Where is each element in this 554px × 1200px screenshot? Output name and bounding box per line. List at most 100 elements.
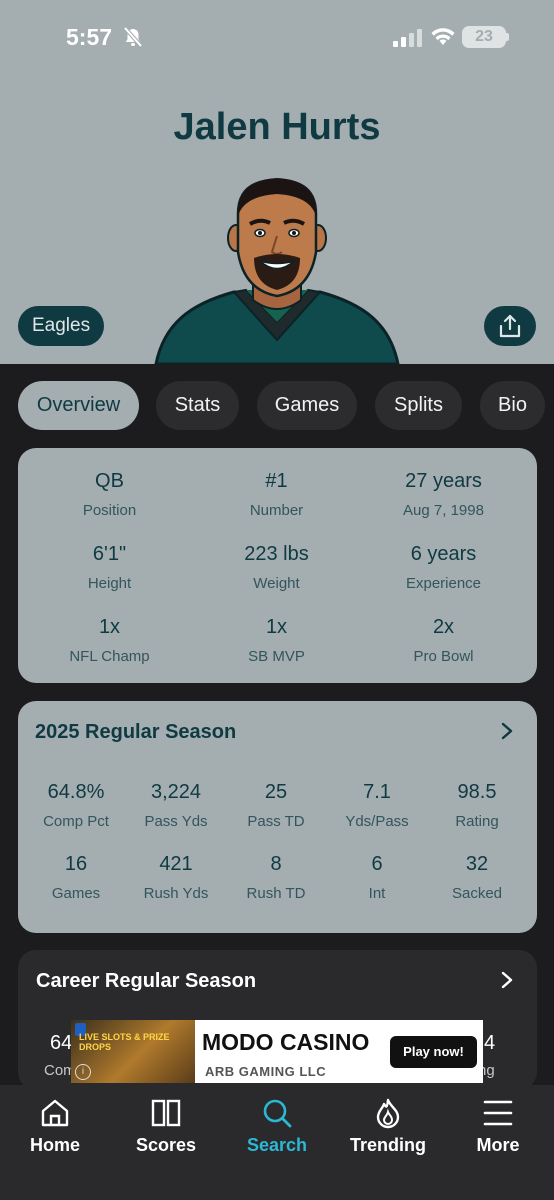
player-header: 5:57 23 Jalen Hurts Eagles [0,0,554,364]
player-info-card: QB Position #1 Number 27 years Aug 7, 19… [18,448,537,683]
ad-info-icon[interactable]: i [75,1064,91,1080]
info-value: #1 [265,470,288,492]
info-value: QB [95,470,124,492]
stat-label: Int [368,885,386,902]
nav-label: Trending [350,1135,426,1155]
nav-home[interactable]: Home [0,1097,110,1156]
stat-label: Rush Yds [143,885,209,902]
stat-label: Sacked [451,885,503,902]
bottom-nav: Home Scores Search Trending More [0,1085,554,1200]
stat-sacked: 32 Sacked [427,853,527,902]
season-title: 2025 Regular Season [35,721,237,743]
stat-label: Yds/Pass [345,813,409,830]
ad-cta-button[interactable]: Play now! [390,1036,477,1068]
home-icon [41,1099,69,1127]
career-stat-value: 64 [50,1032,73,1054]
stat-value: 7.1 [363,781,391,803]
stat-games: 16 Games [26,853,126,902]
info-label: NFL Champ [69,648,150,665]
info-label: Aug 7, 1998 [403,502,484,519]
info-label: Pro Bowl [413,648,474,665]
stat-value: 32 [465,853,489,875]
flame-icon [376,1098,400,1129]
scores-icon [151,1099,181,1127]
player-name: Jalen Hurts [173,106,381,148]
career-title: Career Regular Season [36,970,257,992]
info-value: 6 years [410,543,477,565]
stat-value: 16 [64,853,88,875]
info-height: 6'1" Height [42,543,177,592]
info-label: SB MVP [248,648,305,665]
nav-scores[interactable]: Scores [111,1097,221,1156]
search-icon [263,1099,292,1128]
tab-bar: Overview Stats Games Splits Bio [18,381,554,430]
stat-pass-td: 25 Pass TD [226,781,326,830]
info-pro-bowl: 2x Pro Bowl [376,616,511,665]
stat-yds-pass: 7.1 Yds/Pass [327,781,427,830]
stat-label: Comp Pct [43,813,109,830]
info-value: 6'1" [92,543,127,565]
status-time: 5:57 [66,24,113,50]
ad-banner[interactable]: LIVE SLOTS & PRIZE DROPS i MODO CASINO A… [71,1020,483,1083]
nav-label: Scores [135,1135,197,1155]
info-label: Number [249,502,304,519]
chevron-right-icon[interactable] [500,970,514,990]
player-avatar [154,178,400,364]
team-pill[interactable]: Eagles [18,306,105,346]
nav-label: Search [246,1135,308,1155]
stat-label: Rating [455,813,499,830]
info-sb-mvp: 1x SB MVP [209,616,344,665]
stat-value: 98.5 [457,781,497,803]
stat-label: Rush TD [246,885,306,902]
nav-label: Home [29,1135,80,1155]
career-stat-value: 4 [484,1032,496,1054]
menu-icon [483,1100,513,1126]
stat-label: Games [51,885,101,902]
nav-search[interactable]: Search [222,1097,332,1156]
battery-tip [506,33,509,41]
stat-value: 3,224 [150,781,202,803]
info-number: #1 Number [209,470,344,519]
wifi-icon [431,28,455,45]
info-age: 27 years Aug 7, 1998 [376,470,511,519]
info-value: 1x [98,616,121,638]
stat-comp-pct: 64.8% Comp Pct [26,781,126,830]
info-label: Height [87,575,132,592]
tab-bio[interactable]: Bio [480,381,545,430]
share-icon [499,314,521,338]
chevron-right-icon[interactable] [500,721,514,741]
info-label: Weight [253,575,300,592]
stat-label: Pass Yds [144,813,208,830]
tab-splits[interactable]: Splits [375,381,462,430]
info-position: QB Position [42,470,177,519]
silent-bell-icon [123,26,143,48]
ad-image: LIVE SLOTS & PRIZE DROPS i [71,1020,195,1083]
info-label: Position [82,502,137,519]
info-label: Experience [405,575,482,592]
stat-value: 25 [264,781,288,803]
tab-games[interactable]: Games [257,381,357,430]
nav-trending[interactable]: Trending [333,1097,443,1156]
tab-overview[interactable]: Overview [18,381,139,430]
info-nfl-champ: 1x NFL Champ [42,616,177,665]
stat-value: 8 [270,853,282,875]
info-value: 27 years [405,470,482,492]
nav-label: More [476,1135,520,1155]
nav-more[interactable]: More [443,1097,553,1156]
stat-value: 421 [159,853,193,875]
status-bar: 5:57 23 [0,0,554,80]
stat-rush-yds: 421 Rush Yds [126,853,226,902]
cellular-signal-icon [393,29,422,47]
tab-stats[interactable]: Stats [156,381,239,430]
ad-title: MODO CASINO [202,1029,370,1055]
stat-rush-td: 8 Rush TD [226,853,326,902]
share-button[interactable] [484,306,536,346]
stat-int: 6 Int [327,853,427,902]
info-weight: 223 lbs Weight [209,543,344,592]
ad-image-text: LIVE SLOTS & PRIZE DROPS [79,1032,170,1052]
ad-subtitle: ARB GAMING LLC [205,1064,327,1079]
info-experience: 6 years Experience [376,543,511,592]
stat-label: Pass TD [247,813,305,830]
season-stats-card[interactable]: 2025 Regular Season 64.8% Comp Pct 3,224… [18,701,537,933]
stat-pass-yds: 3,224 Pass Yds [126,781,226,830]
